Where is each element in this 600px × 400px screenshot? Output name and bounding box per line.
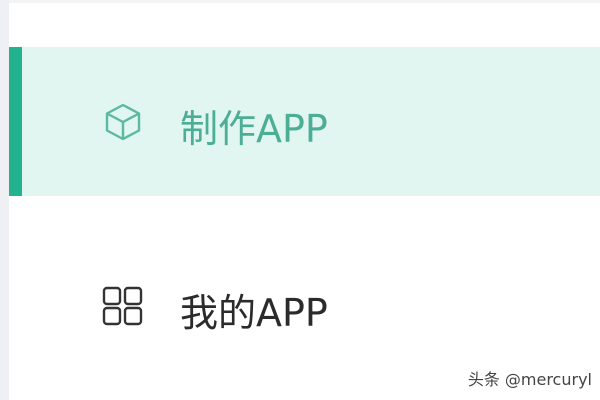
menu-item-label: 我的APP [180,291,328,335]
left-edge-strip [0,0,9,400]
grid-icon [101,284,145,328]
cube-icon [101,100,145,144]
menu-item-my-app[interactable]: 我的APP [9,232,600,382]
side-menu: 制作APP 我的APP [9,0,600,400]
menu-item-create-app[interactable]: 制作APP [9,47,600,196]
watermark: 头条 @mercuryl [467,370,592,389]
menu-item-label: 制作APP [180,107,328,151]
